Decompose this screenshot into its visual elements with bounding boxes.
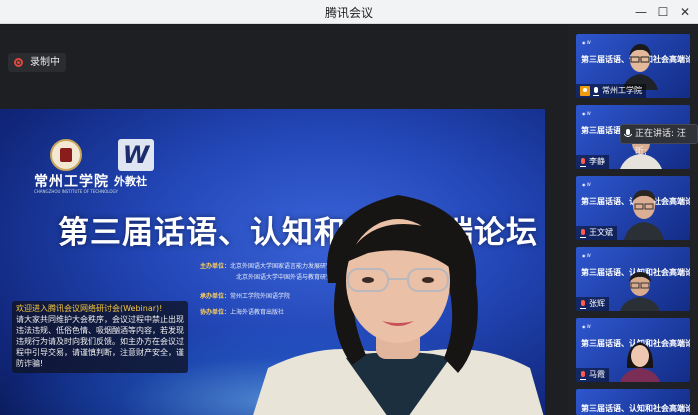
- notice-header: 欢迎进入腾讯会议网络研讨会(Webinar)!: [16, 304, 163, 313]
- participant-tile[interactable]: ◉ W 第三届话语、认知和社会高端论坛 张辉: [576, 247, 690, 311]
- mic-icon: [624, 129, 632, 137]
- mic-muted-icon: [580, 370, 586, 380]
- school-logo-subtext: CHANGZHOU INSTITUTE OF TECHNOLOGY: [34, 189, 118, 194]
- speaking-indicator: 正在讲话: 汪昕;: [620, 124, 698, 157]
- participant-tile[interactable]: ◉ W 第三届话语、认知和社会高端论坛 王文斌: [576, 176, 690, 240]
- participant-video: [620, 342, 660, 382]
- notice-body: 请大家共同维护大会秩序，会议过程中禁止出现违法违规、低俗色情、吸烟酗酒等内容，若…: [16, 315, 184, 368]
- mic-icon: [593, 86, 599, 96]
- main-stage: 录制中 常州工学院 CHANGZHOU INSTITUTE OF TECHNOL…: [0, 25, 568, 415]
- title-bar: 腾讯会议 — ☐ ✕: [0, 0, 698, 24]
- participant-tile[interactable]: 第三届话语、认知和社会高端论坛: [576, 389, 690, 415]
- recording-indicator[interactable]: 录制中: [8, 53, 66, 72]
- mic-muted-icon: [580, 299, 586, 309]
- participant-label: 张辉: [576, 297, 609, 311]
- participant-name: 马霞: [589, 370, 605, 379]
- thumb-slide-title: 第三届话语、认知和社会高端论坛: [581, 404, 690, 413]
- participant-sidebar: ◉ W 第三届话语、认知和社会高端论坛 常州工学院 ◉ W 第三届话语、认知和社…: [568, 25, 698, 415]
- recording-label: 录制中: [30, 57, 60, 68]
- record-icon: [14, 58, 23, 67]
- maximize-button[interactable]: ☐: [654, 3, 672, 21]
- participant-tile[interactable]: ◉ W 第三届话语、认知和社会高端论坛 马霞: [576, 318, 690, 382]
- participant-label: 常州工学院: [576, 84, 646, 98]
- participant-video: [624, 190, 664, 240]
- app-title: 腾讯会议: [324, 6, 373, 20]
- participant-name: 常州工学院: [602, 86, 642, 95]
- participant-name: 李静: [589, 157, 605, 166]
- participant-name: 张辉: [589, 299, 605, 308]
- speaker-video: [253, 195, 544, 415]
- school-logo-text: 常州工学院: [34, 174, 109, 190]
- mic-muted-icon: [580, 157, 586, 167]
- minimize-button[interactable]: —: [632, 3, 650, 21]
- school-logo: [50, 139, 82, 171]
- publisher-logo-text: 外教社: [114, 175, 147, 188]
- close-button[interactable]: ✕: [676, 3, 694, 21]
- participant-name: 王文斌: [589, 228, 613, 237]
- participant-label: 王文斌: [576, 226, 617, 240]
- participant-tile[interactable]: ◉ W 第三届话语、认知和社会高端论坛 常州工学院: [576, 34, 690, 98]
- meeting-window: 腾讯会议 — ☐ ✕ 录制中 常州工学院 CHANGZHOU INSTITUTE…: [0, 0, 698, 415]
- participant-label: 马霞: [576, 368, 609, 382]
- host-icon: [580, 86, 590, 96]
- mic-muted-icon: [580, 228, 586, 238]
- participant-label: 李静: [576, 155, 609, 169]
- webinar-notice: 欢迎进入腾讯会议网络研讨会(Webinar)! 请大家共同维护大会秩序，会议过程…: [12, 301, 188, 373]
- participant-video: [622, 44, 658, 90]
- participant-video: [620, 272, 660, 311]
- publisher-logo: W: [118, 139, 154, 171]
